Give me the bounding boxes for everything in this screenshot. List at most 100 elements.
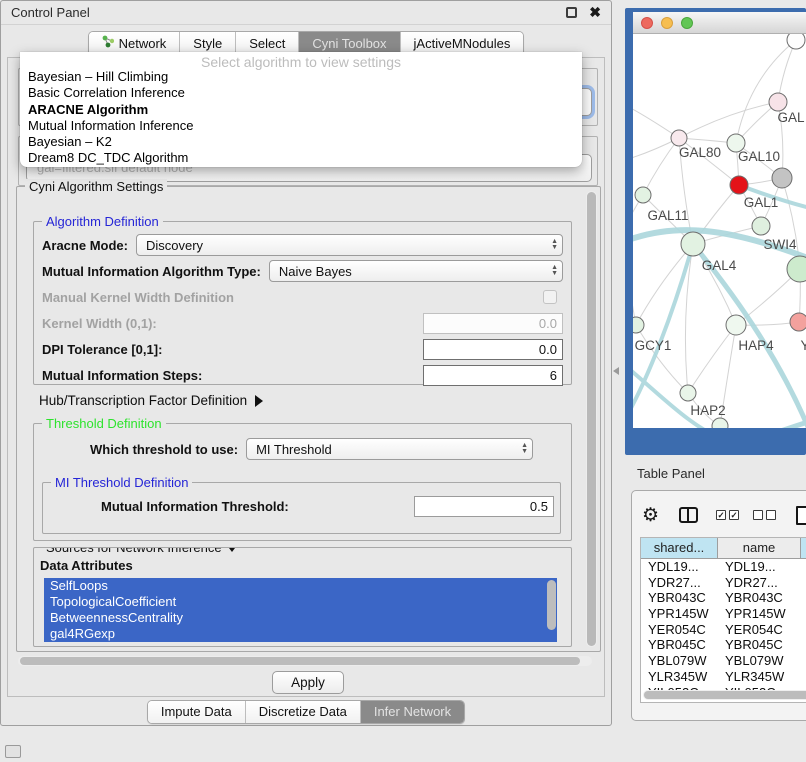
aracne-mode-combobox[interactable]: Discovery ▲▼ (136, 234, 563, 256)
tab-label: Discretize Data (259, 704, 347, 719)
aracne-mode-value: Discovery (146, 238, 203, 253)
mi-steps-label: Mutual Information Steps: (42, 368, 202, 383)
select-all-columns-icon[interactable]: ✓✓ (716, 510, 739, 520)
table-cell: 9. (801, 669, 806, 685)
table-row[interactable]: YDR27...YDR27...12 (641, 575, 806, 591)
mi-type-combobox[interactable]: Naive Bayes ▲▼ (269, 260, 563, 282)
mac-close-icon[interactable] (641, 17, 653, 29)
network-node-gal80[interactable] (671, 130, 687, 146)
settings-vertical-scrollbar[interactable] (586, 191, 597, 647)
network-node-gal11[interactable] (635, 187, 651, 203)
mac-zoom-icon[interactable] (681, 17, 693, 29)
control-panel: Control Panel ✖ NetworkStyleSelectCyni T… (0, 0, 612, 726)
expand-arrow-icon[interactable] (255, 395, 263, 407)
network-node-y[interactable] (790, 313, 806, 331)
network-view-window: GALGAL80GAL10GAL1GAL11SWI4GAL4GCY1HAP4YH… (625, 8, 806, 455)
dropdown-item-aracne-algorithm[interactable]: ARACNE Algorithm (20, 102, 582, 118)
list-scrollbar[interactable] (547, 580, 556, 630)
table-cell: YBR045C (718, 637, 801, 653)
table-cell (801, 590, 806, 606)
collapse-arrow-icon[interactable] (226, 547, 238, 552)
table-row[interactable]: YBL079WYBL079W (641, 653, 806, 669)
dropdown-item-dream8-dc-tdc-algorithm[interactable]: Dream8 DC_TDC Algorithm (20, 150, 582, 166)
threshold-definition-group: Threshold Definition Which threshold to … (33, 423, 572, 541)
table-cell: YER054C (641, 622, 718, 638)
list-item-selfloops[interactable]: SelfLoops (44, 578, 557, 594)
network-node-hap2[interactable] (680, 385, 696, 401)
network-node-gal4[interactable] (681, 232, 705, 256)
column-header-name[interactable]: name (718, 538, 801, 558)
dpi-tolerance-field[interactable]: 0.0 (423, 339, 563, 360)
network-node[interactable] (787, 256, 806, 282)
list-item-topologicalcoefficient[interactable]: TopologicalCoefficient (44, 594, 557, 610)
table-row[interactable]: YPR145WYPR145W9. (641, 606, 806, 622)
apply-button[interactable]: Apply (272, 671, 344, 694)
network-node-gal[interactable] (769, 93, 787, 111)
dropdown-item-mutual-information-inference[interactable]: Mutual Information Inference (20, 118, 582, 134)
table-cell: 8. (801, 622, 806, 638)
network-node[interactable] (787, 34, 805, 49)
table-cell (801, 653, 806, 669)
table-cell: YPR145W (718, 606, 801, 622)
sources-group-title[interactable]: Sources for Network Inference (42, 547, 242, 555)
table-horizontal-scrollbar[interactable] (643, 690, 806, 700)
mi-type-label: Mutual Information Algorithm Type: (42, 264, 261, 279)
table-row[interactable]: YER054CYER054C8. (641, 622, 806, 638)
algorithm-definition-title: Algorithm Definition (42, 214, 163, 229)
table-cell: YBR045C (641, 637, 718, 653)
list-item-gal4rgexp[interactable]: gal4RGexp (44, 626, 557, 642)
network-node-hap4[interactable] (726, 315, 746, 335)
close-icon[interactable]: ✖ (589, 7, 601, 18)
table-cell: YLR345W (718, 669, 801, 685)
node-label-hap2: HAP2 (690, 403, 725, 418)
network-node-swi4[interactable] (752, 217, 770, 235)
node-label-gal11: GAL11 (647, 208, 688, 223)
split-columns-icon[interactable] (679, 507, 698, 523)
mi-steps-field[interactable]: 6 (423, 365, 563, 386)
tab-discretize-data[interactable]: Discretize Data (246, 701, 361, 723)
network-node-gcy1[interactable] (633, 317, 644, 333)
hub-transcription-section[interactable]: Hub/Transcription Factor Definition (39, 393, 263, 408)
node-label-gal10: GAL10 (738, 149, 780, 164)
dropdown-item-bayesian-hill-climbing[interactable]: Bayesian – Hill Climbing (20, 69, 582, 85)
algorithm-definition-group: Algorithm Definition Aracne Mode: Discov… (33, 221, 572, 385)
network-window-titlebar[interactable] (633, 12, 806, 34)
gear-icon[interactable]: ⚙ (642, 504, 659, 527)
tab-label: Network (119, 36, 167, 51)
table-row[interactable]: YBR043CYBR043C (641, 590, 806, 606)
combo-stepper-icon: ▲▼ (551, 262, 558, 280)
table-row[interactable]: YLR345WYLR345W9. (641, 669, 806, 685)
tab-impute-data[interactable]: Impute Data (148, 701, 246, 723)
algorithm-dropdown-list: Select algorithm to view settings Bayesi… (20, 52, 582, 167)
float-panel-icon[interactable] (566, 7, 577, 18)
combo-stepper-icon: ▲▼ (551, 236, 558, 254)
tab-label: Impute Data (161, 704, 232, 719)
manual-kernel-checkbox[interactable] (543, 290, 557, 304)
mi-threshold-field[interactable]: 0.5 (414, 496, 554, 517)
list-item-betweennesscentrality[interactable]: BetweennessCentrality (44, 610, 557, 626)
table-row[interactable]: YBR045CYBR045C9. (641, 637, 806, 653)
collapsed-panel-icon[interactable] (5, 745, 21, 758)
split-pane-handle-icon[interactable] (613, 367, 619, 375)
network-canvas[interactable]: GALGAL80GAL10GAL1GAL11SWI4GAL4GCY1HAP4YH… (633, 34, 806, 428)
export-table-icon[interactable] (796, 506, 806, 525)
column-header-shared-[interactable]: shared... (641, 538, 718, 558)
node-label-gcy1: GCY1 (635, 338, 672, 353)
kernel-width-field[interactable]: 0.0 (423, 313, 563, 334)
settings-horizontal-scrollbar[interactable] (18, 656, 592, 666)
mac-minimize-icon[interactable] (661, 17, 673, 29)
network-node[interactable] (712, 418, 728, 428)
table-row[interactable]: YDL19...YDL19...13 (641, 559, 806, 575)
tab-infer-network[interactable]: Infer Network (361, 701, 464, 723)
column-header-a[interactable]: A (801, 538, 806, 558)
threshold-definition-title: Threshold Definition (42, 416, 166, 431)
dropdown-item-bayesian-k2[interactable]: Bayesian – K2 (20, 134, 582, 150)
network-node-gal1[interactable] (730, 176, 748, 194)
network-node[interactable] (772, 168, 792, 188)
control-panel-titlebar: Control Panel ✖ (1, 1, 611, 25)
data-attributes-list[interactable]: SelfLoopsTopologicalCoefficientBetweenne… (44, 578, 557, 642)
which-threshold-combobox[interactable]: MI Threshold ▲▼ (246, 438, 533, 460)
dropdown-item-basic-correlation-inference[interactable]: Basic Correlation Inference (20, 85, 582, 101)
deselect-all-columns-icon[interactable] (753, 510, 776, 520)
which-threshold-value: MI Threshold (256, 442, 332, 457)
